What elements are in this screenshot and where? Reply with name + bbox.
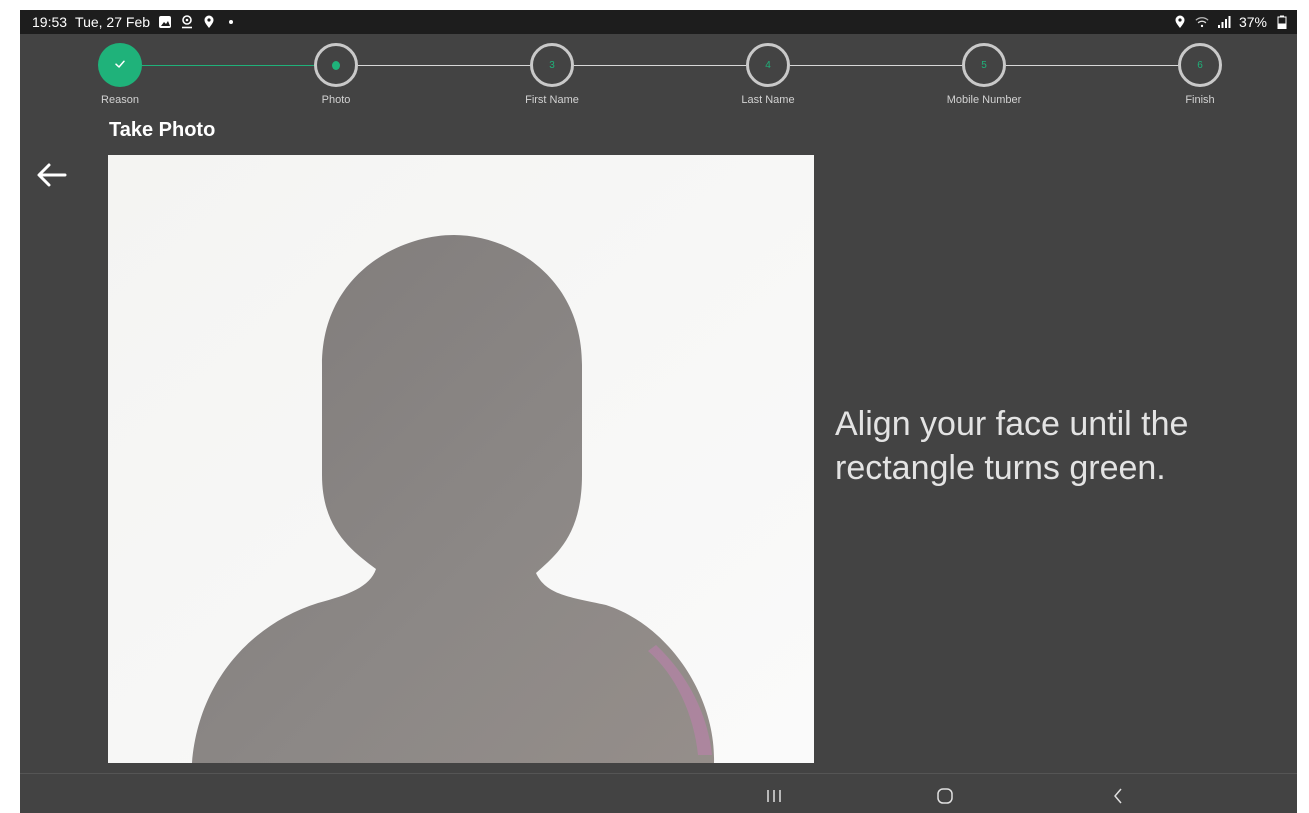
status-right: 37%: [1173, 14, 1289, 30]
location-pin-icon: [180, 15, 194, 29]
gallery-icon: [158, 15, 172, 29]
step-mobile-number[interactable]: 5: [962, 43, 1006, 87]
progress-stepper: Reason Photo 3 First Name 4 Last Name 5 …: [20, 34, 1297, 118]
home-icon[interactable]: [933, 784, 957, 808]
camera-preview[interactable]: [108, 155, 814, 763]
step-label-reason: Reason: [101, 94, 139, 106]
step-number: 5: [981, 59, 987, 71]
battery-level: 37%: [1238, 14, 1267, 30]
current-step-dot: [332, 60, 340, 70]
check-icon: [113, 57, 127, 74]
signal-icon: [1217, 15, 1231, 29]
step-number: 4: [765, 59, 771, 71]
step-label-photo: Photo: [321, 94, 351, 106]
status-date: Tue, 27 Feb: [75, 14, 151, 30]
wifi-icon: [1195, 15, 1209, 29]
step-number: 3: [549, 59, 555, 71]
map-marker-icon: [202, 15, 216, 29]
system-navigation-bar: [20, 773, 1297, 813]
step-number: 6: [1197, 59, 1203, 71]
back-icon[interactable]: [1106, 784, 1130, 808]
step-last-name[interactable]: 4: [746, 43, 790, 87]
status-bar: 19:53 Tue, 27 Feb 37%: [20, 10, 1297, 34]
step-label-mobile-number: Mobile Number: [946, 94, 1022, 106]
status-left: 19:53 Tue, 27 Feb: [32, 14, 238, 30]
stepper-connector: [790, 65, 962, 66]
page-title: Take Photo: [109, 119, 216, 141]
location-icon: [1173, 15, 1187, 29]
stepper-connector: [1006, 65, 1178, 66]
step-finish[interactable]: 6: [1178, 43, 1222, 87]
recent-apps-icon[interactable]: [762, 784, 786, 808]
stepper-connector: [358, 65, 530, 66]
face-silhouette-guide: [108, 155, 814, 763]
battery-icon: [1275, 15, 1289, 29]
step-photo[interactable]: [314, 43, 358, 87]
step-label-last-name: Last Name: [741, 94, 795, 106]
dot-icon: [224, 15, 238, 29]
stepper-connector: [142, 65, 314, 66]
arrow-left-icon[interactable]: [34, 157, 70, 193]
tablet-screen: 19:53 Tue, 27 Feb 37% Reason Photo 3 Fir…: [20, 10, 1297, 813]
status-time: 19:53: [32, 14, 68, 30]
stepper-connector: [574, 65, 746, 66]
step-label-first-name: First Name: [525, 94, 579, 106]
step-reason[interactable]: [98, 43, 142, 87]
step-first-name[interactable]: 3: [530, 43, 574, 87]
instruction-text: Align your face until the rectangle turn…: [835, 405, 1189, 487]
step-label-finish: Finish: [1185, 94, 1215, 106]
